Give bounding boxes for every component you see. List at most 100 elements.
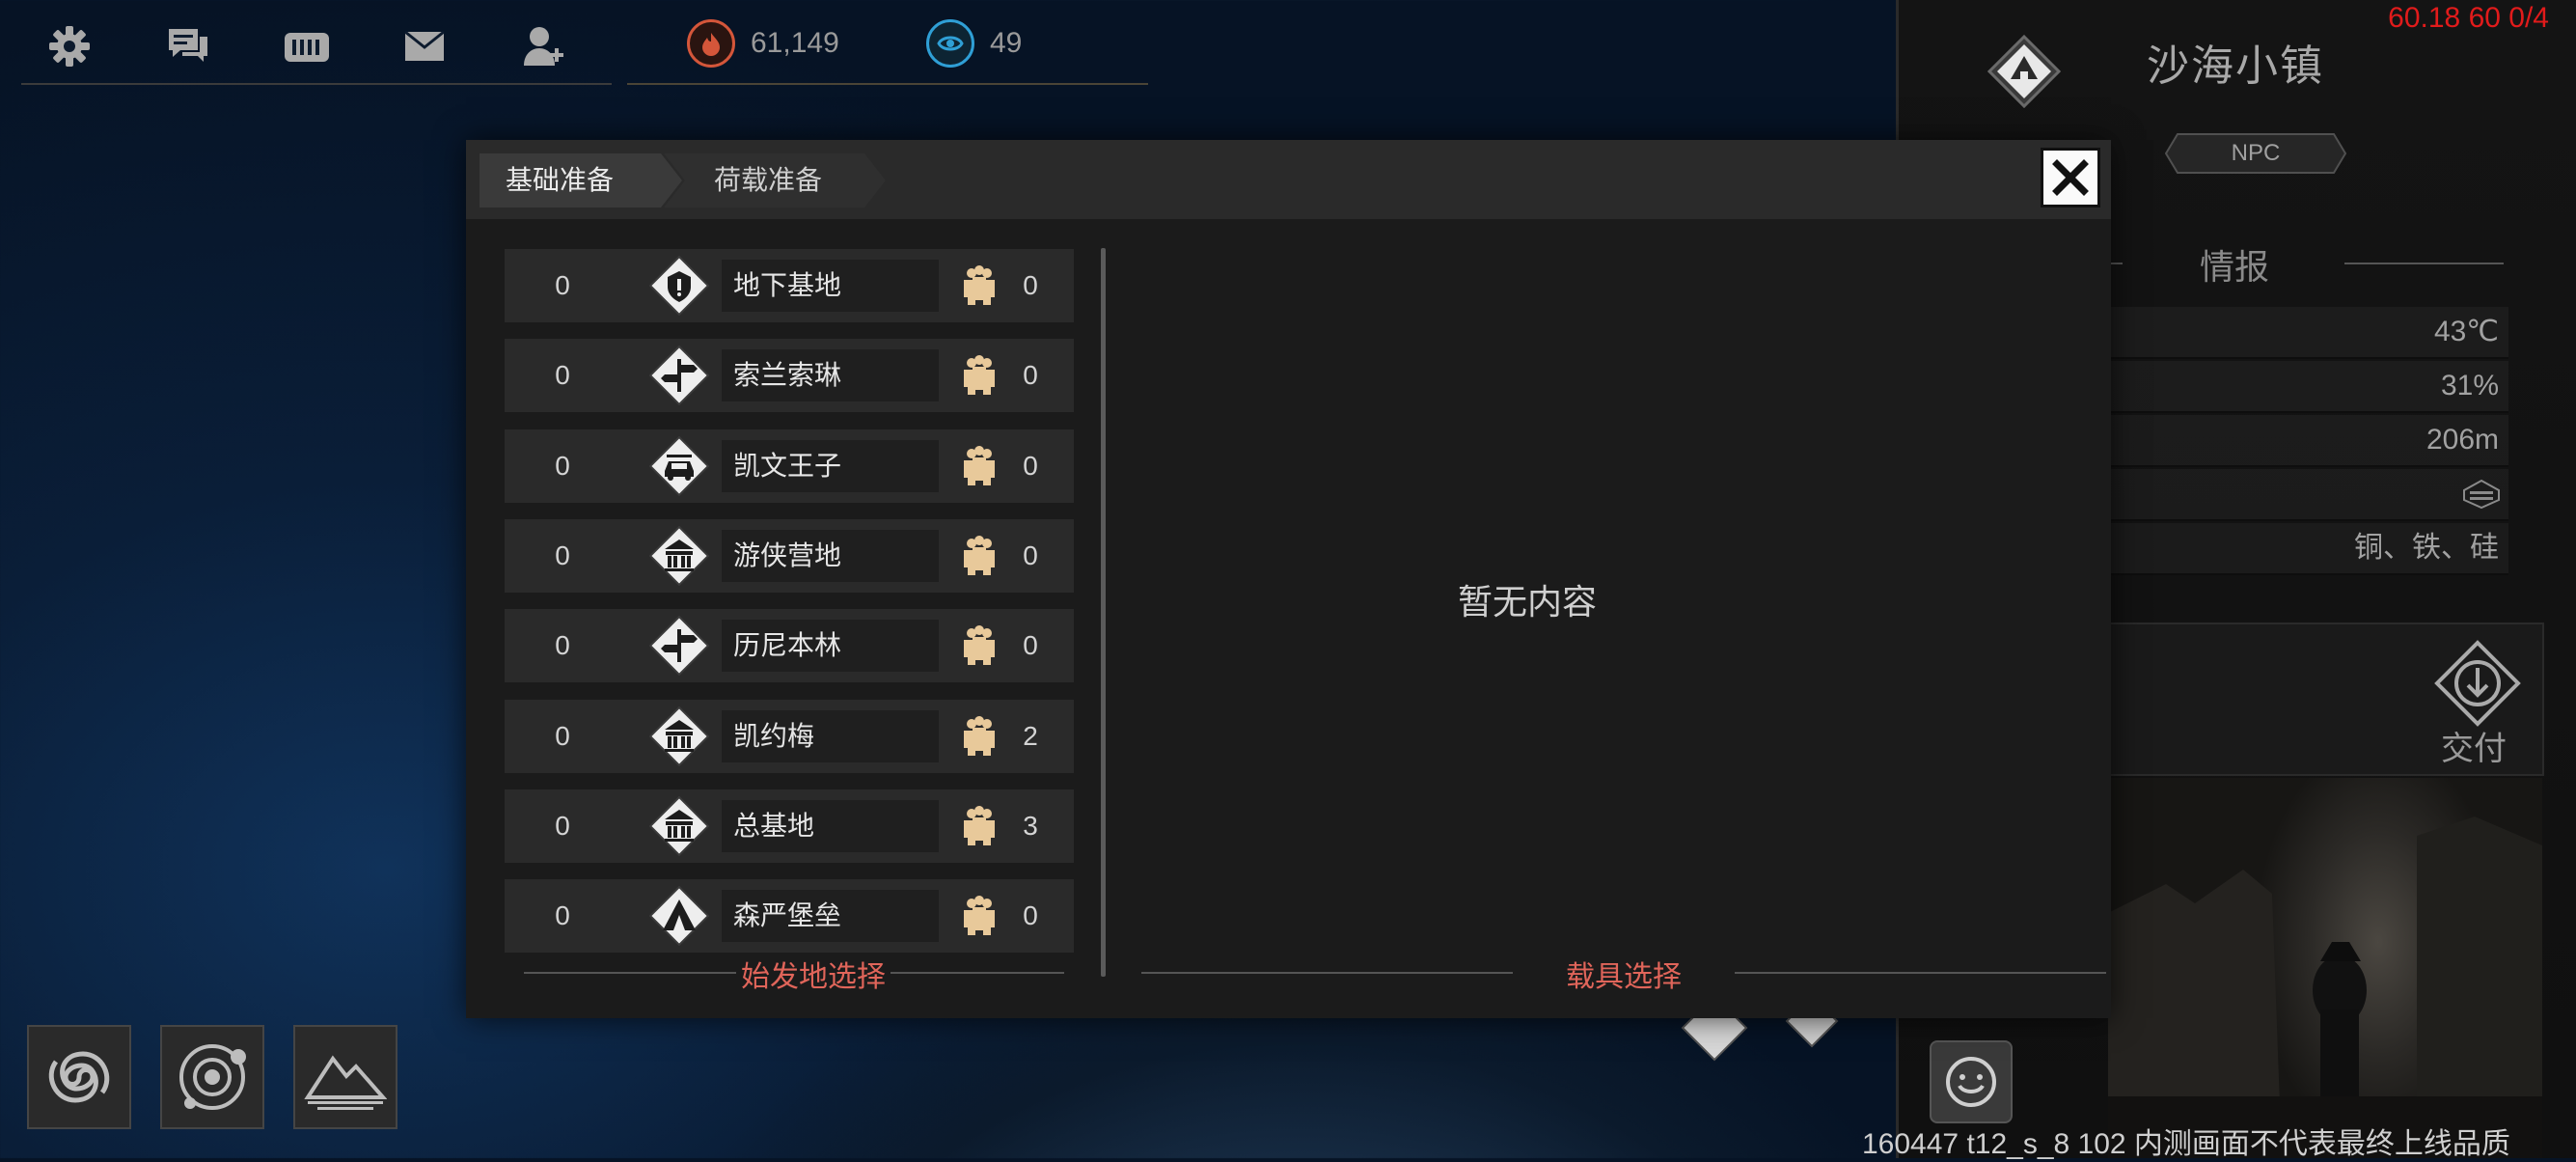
dispatch-dialog: 基础准备 荷载准备 0 地下基地 0 0 索兰索琳 0 0 凯文王子 0 0 游侠营地 0 0 历尼本林 0… [466, 140, 2111, 1018]
info-temperature: 43℃ [2433, 316, 2499, 347]
mailbox-icon[interactable] [274, 14, 340, 79]
resource-token: 49 [926, 19, 1022, 68]
town-icon [1987, 35, 2061, 108]
vehicle-divider-left [1141, 972, 1513, 974]
vehicle-select-label[interactable]: 载具选择 [1513, 953, 1735, 995]
population-icon [964, 715, 995, 756]
info-row-minerals: 铜、铁、硅 [2108, 523, 2508, 575]
origin-population-count: 0 [1023, 630, 1038, 661]
mail-icon[interactable] [392, 14, 457, 79]
fuel-value: 61,149 [751, 27, 839, 59]
info-humidity: 31% [2440, 370, 2499, 401]
origin-row[interactable]: 0 地下基地 0 [505, 249, 1074, 322]
orbit-icon [179, 1044, 246, 1110]
tab-load-prep[interactable]: 荷载准备 [664, 153, 886, 208]
info-minerals: 铜、铁、硅 [2354, 532, 2499, 564]
origin-left-count: 0 [555, 810, 570, 841]
origin-left-count: 0 [555, 450, 570, 481]
signpost-icon [649, 346, 709, 406]
token-icon [926, 19, 974, 68]
population-icon [964, 265, 995, 305]
origin-row[interactable]: 0 凯文王子 0 [505, 429, 1074, 503]
token-value: 49 [990, 27, 1023, 59]
location-illustration [2108, 778, 2542, 1158]
origin-population-count: 0 [1023, 360, 1038, 391]
fuel-icon [687, 19, 735, 68]
origin-row[interactable]: 0 索兰索琳 0 [505, 339, 1074, 413]
intel-divider-right [2344, 263, 2504, 264]
emote-button[interactable] [1930, 1040, 2013, 1123]
origin-left-count: 0 [555, 630, 570, 661]
top-divider [21, 83, 612, 85]
building-icon [649, 706, 709, 766]
close-button[interactable] [2041, 148, 2100, 208]
origin-row[interactable]: 0 凯约梅 2 [505, 699, 1074, 773]
chat-icon[interactable] [155, 14, 221, 79]
origin-left-count: 0 [555, 360, 570, 391]
population-icon [964, 625, 995, 666]
mountain-icon [304, 1055, 387, 1110]
tent-icon [649, 886, 709, 947]
origin-name-box: 历尼本林 [722, 620, 939, 673]
origin-divider-right [891, 972, 1064, 974]
resource-divider [627, 83, 1148, 85]
population-icon [964, 805, 995, 845]
population-icon [964, 355, 995, 396]
origin-name-box: 凯约梅 [722, 709, 939, 762]
origin-name: 游侠营地 [733, 539, 842, 571]
orbit-button[interactable] [160, 1025, 264, 1129]
origin-name: 总基地 [733, 809, 815, 842]
tab-basic-prep-label: 基础准备 [506, 164, 615, 196]
origin-row[interactable]: 0 历尼本林 0 [505, 609, 1074, 683]
npc-tag: NPC [2164, 132, 2347, 175]
friend-icon[interactable] [511, 14, 577, 79]
vehicle-divider-right [1735, 972, 2106, 974]
origin-left-count: 0 [555, 270, 570, 300]
origin-name: 历尼本林 [733, 629, 842, 662]
intel-title: 情报 [2200, 248, 2270, 288]
town-name: 沙海小镇 [2147, 42, 2324, 91]
origin-divider-left [524, 972, 736, 974]
deliver-label[interactable]: 交付 [2441, 722, 2507, 769]
info-row-temperature: 43℃ [2108, 307, 2508, 359]
car-icon [649, 435, 709, 496]
origin-row[interactable]: 0 森严堡垒 0 [505, 879, 1074, 954]
info-row-humidity: 31% [2108, 361, 2508, 413]
origin-name: 森严堡垒 [733, 899, 842, 932]
shield-icon [649, 256, 709, 316]
gear-icon[interactable] [37, 14, 102, 79]
origin-population-count: 0 [1023, 900, 1038, 931]
origin-name: 地下基地 [733, 269, 842, 301]
terrain-icon [2463, 479, 2500, 510]
info-altitude: 206m [2425, 424, 2499, 456]
top-bar: 61,149 49 [0, 0, 1158, 87]
galaxy-button[interactable] [27, 1025, 131, 1129]
origin-population-count: 0 [1023, 270, 1038, 300]
building-icon [649, 795, 709, 856]
info-row-altitude: 206m [2108, 415, 2508, 467]
info-row-terrain [2108, 469, 2508, 521]
deliver-icon[interactable] [2433, 639, 2522, 728]
origin-name: 凯文王子 [733, 449, 842, 482]
origin-population-count: 0 [1023, 540, 1038, 570]
origin-row[interactable]: 0 总基地 3 [505, 788, 1074, 863]
fps-counter: 60.18 60 0/4 [2388, 2, 2549, 34]
origin-name: 凯约梅 [733, 719, 815, 752]
origin-population-count: 2 [1023, 720, 1038, 751]
panel-scrollbar[interactable] [1101, 248, 1106, 977]
origin-left-count: 0 [555, 720, 570, 751]
origin-row[interactable]: 0 游侠营地 0 [505, 518, 1074, 593]
origin-left-count: 0 [555, 540, 570, 570]
galaxy-icon [48, 1051, 110, 1103]
origin-select-label[interactable]: 始发地选择 [726, 953, 900, 995]
tab-basic-prep[interactable]: 基础准备 [480, 153, 682, 208]
building-icon [649, 525, 709, 586]
origin-population-count: 0 [1023, 450, 1038, 481]
origin-population-count: 3 [1023, 810, 1038, 841]
origin-name-box: 地下基地 [722, 260, 939, 312]
origin-name-box: 索兰索琳 [722, 349, 939, 402]
resource-fuel: 61,149 [687, 19, 839, 68]
mountain-button[interactable] [293, 1025, 397, 1129]
origin-name-box: 凯文王子 [722, 439, 939, 492]
signpost-icon [649, 616, 709, 677]
